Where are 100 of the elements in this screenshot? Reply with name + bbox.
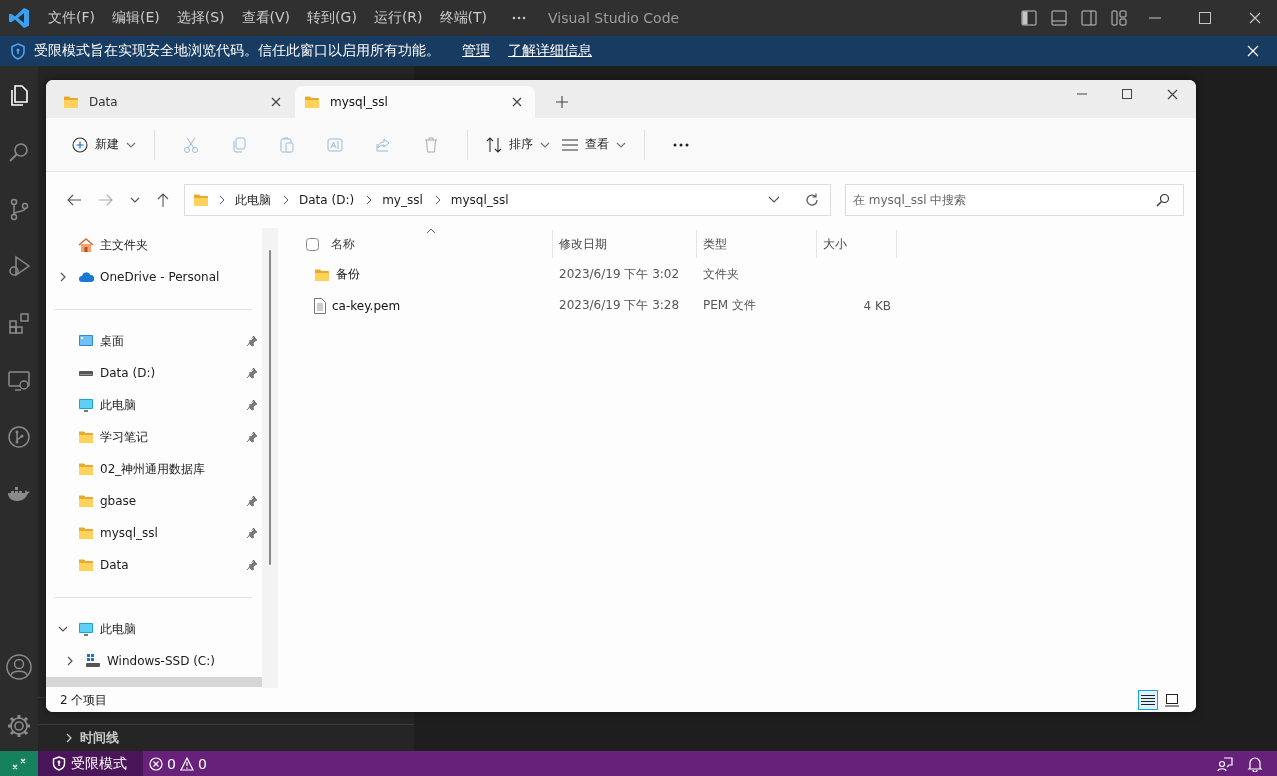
settings-icon[interactable] — [6, 713, 32, 739]
menu-item[interactable]: 转到(G) — [301, 9, 363, 27]
banner-link[interactable]: 了解详细信息 — [508, 42, 592, 60]
menu-item[interactable]: 选择(S) — [170, 9, 231, 27]
nav-item[interactable]: Data (D:) — [46, 357, 262, 389]
restricted-mode-button[interactable]: 受限模式 — [38, 751, 143, 776]
account-icon[interactable] — [6, 654, 32, 680]
chevron-icon[interactable] — [64, 733, 74, 743]
folder-icon — [193, 193, 209, 207]
separator-icon — [434, 195, 441, 205]
more-icon[interactable] — [673, 142, 689, 147]
nav-item[interactable]: gbase — [46, 485, 262, 517]
menu-item[interactable]: 终端(T) — [433, 9, 493, 27]
error-count: 0 — [167, 755, 176, 772]
nav-item[interactable]: 主文件夹 — [46, 229, 262, 261]
nav-item[interactable]: 学习笔记 — [46, 421, 262, 453]
search-field[interactable]: 在 mysql_ssl 中搜索 — [845, 184, 1184, 216]
refresh-icon[interactable] — [804, 192, 820, 208]
status-text: 受限模式 — [71, 754, 127, 773]
scrollbar-thumb[interactable] — [269, 250, 271, 565]
section-label: 时间线 — [80, 729, 119, 747]
breadcrumb[interactable]: Data (D:) — [299, 193, 355, 207]
close-icon[interactable] — [271, 97, 281, 107]
back-icon[interactable] — [66, 193, 82, 207]
banner-link[interactable]: 管理 — [462, 42, 490, 60]
new-tab-icon[interactable] — [556, 96, 568, 108]
menu-item[interactable]: 运行(R) — [367, 9, 429, 27]
shield-icon — [10, 42, 26, 60]
horizontal-scrollbar[interactable] — [46, 677, 262, 687]
breadcrumb[interactable]: my_ssl — [382, 193, 423, 207]
home-icon — [78, 237, 94, 253]
dropdown-icon[interactable] — [768, 196, 780, 204]
app-logo-icon — [8, 7, 30, 29]
list-view-icon — [562, 138, 578, 151]
folder-icon — [78, 526, 94, 540]
extensions-icon[interactable] — [7, 311, 31, 335]
plus-circle-icon — [72, 136, 88, 153]
panel-toggle-icon[interactable] — [1051, 10, 1067, 26]
problems-button[interactable]: 0 0 — [149, 755, 207, 772]
search-icon — [1156, 193, 1170, 207]
remote-explorer-icon[interactable] — [7, 368, 31, 392]
close-icon[interactable] — [1167, 89, 1178, 100]
column-header[interactable]: 大小 — [817, 230, 897, 258]
bell-icon[interactable] — [1247, 755, 1263, 772]
sort-arrows-icon — [486, 136, 502, 153]
nav-item[interactable]: 02_神州通用数据库 — [46, 453, 262, 485]
column-header[interactable]: 类型 — [697, 230, 817, 258]
shield-icon — [52, 756, 66, 771]
chevron-icon[interactable] — [65, 656, 75, 666]
close-icon[interactable] — [512, 97, 522, 107]
tab[interactable]: Data — [54, 86, 294, 118]
folder-icon — [304, 95, 320, 109]
maximize-icon[interactable] — [1122, 89, 1132, 99]
sort-button[interactable]: 排序 — [480, 128, 556, 161]
chevron-icon[interactable] — [58, 624, 68, 634]
menu-item[interactable]: 查看(V) — [235, 9, 297, 27]
nav-item[interactable]: Data — [46, 549, 262, 581]
cloud-icon — [78, 269, 94, 285]
feedback-icon[interactable] — [1217, 755, 1233, 772]
nav-item[interactable]: mysql_ssl — [46, 517, 262, 549]
breadcrumb[interactable]: mysql_ssl — [450, 193, 509, 207]
list-lines-icon — [1141, 694, 1155, 706]
more-icon[interactable] — [512, 16, 526, 20]
file-icon — [314, 297, 326, 314]
nav-item[interactable]: 此电脑 — [46, 389, 262, 421]
run-debug-icon[interactable] — [7, 254, 31, 278]
nav-item[interactable]: OneDrive - Personal — [46, 261, 262, 293]
folder-icon — [78, 430, 94, 444]
column-header[interactable]: 修改日期 — [553, 230, 697, 258]
menu-item[interactable]: 编辑(E) — [106, 9, 166, 27]
up-icon[interactable] — [156, 192, 170, 208]
monitor-icon — [78, 621, 94, 637]
drive-icon — [85, 653, 101, 669]
folder-icon — [78, 558, 94, 572]
folder-icon — [63, 95, 79, 109]
select-all-checkbox[interactable] — [306, 237, 319, 251]
separator-icon — [283, 195, 289, 205]
file-name[interactable]: 备份 — [336, 266, 360, 283]
view-button[interactable]: 查看 — [556, 128, 632, 161]
tab[interactable]: mysql_ssl — [295, 86, 535, 118]
details-view-button[interactable] — [1138, 690, 1158, 710]
address-bar[interactable]: 此电脑 Data (D:) my_ssl mysql_ssl — [184, 184, 831, 216]
nav-item[interactable]: 此电脑 — [46, 613, 262, 645]
file-name[interactable]: ca-key.pem — [332, 298, 401, 313]
folder-icon — [78, 494, 94, 508]
folder-icon — [78, 462, 94, 476]
new-button[interactable]: 新建 — [66, 128, 142, 161]
layout-icon[interactable] — [1111, 10, 1127, 26]
breadcrumb[interactable]: 此电脑 — [235, 191, 271, 209]
secondary-sidebar-icon[interactable] — [1081, 10, 1097, 26]
menu-item[interactable]: 文件(F) — [42, 9, 101, 27]
nav-item[interactable]: 桌面 — [46, 325, 262, 357]
git-graph-icon[interactable] — [7, 425, 31, 449]
chevron-icon[interactable] — [58, 272, 68, 282]
nav-item[interactable]: Windows-SSD (C:) — [46, 645, 262, 677]
banner-text: 受限模式旨在实现安全地浏览代码。信任此窗口以启用所有功能。 — [34, 42, 440, 60]
column-header[interactable]: 名称 — [331, 230, 553, 258]
sidebar-toggle-icon[interactable] — [1021, 10, 1037, 26]
recent-chevron-icon[interactable] — [130, 195, 140, 205]
search-icon[interactable] — [7, 140, 31, 164]
